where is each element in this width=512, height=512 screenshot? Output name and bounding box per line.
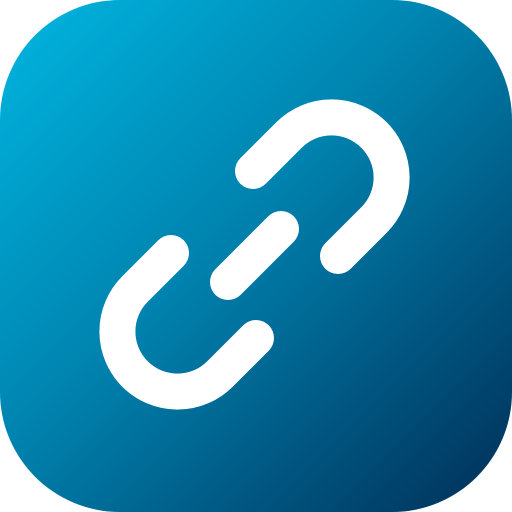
app-icon-svg (0, 0, 512, 512)
app-icon[interactable] (0, 0, 512, 512)
